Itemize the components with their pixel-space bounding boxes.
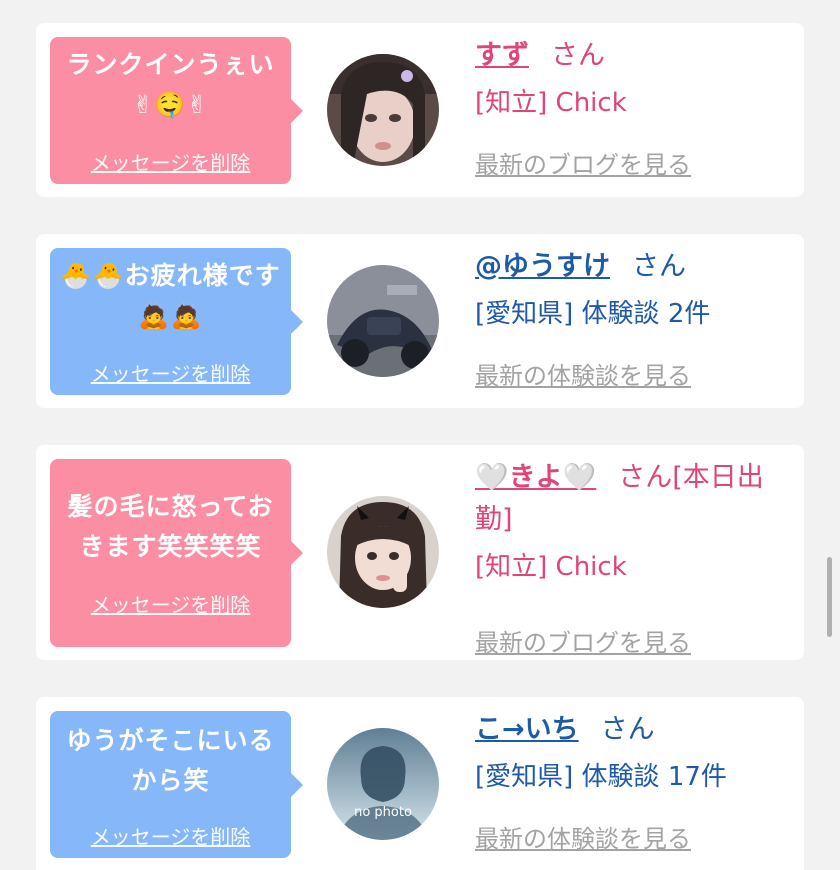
avatar[interactable] <box>327 496 439 608</box>
avatar[interactable] <box>327 265 439 377</box>
message-text: ランクインうぇい✌🤤✌ <box>66 50 275 119</box>
message-bubble: ゆうがそこにいるから笑 メッセージを削除 <box>50 711 303 858</box>
message-card: ランクインうぇい✌🤤✌ メッセージを削除 すず さん [知立] Chick 最新の… <box>36 23 804 197</box>
message-card: ゆうがそこにいるから笑 メッセージを削除 no photo こ→いち さん [愛知… <box>36 697 804 870</box>
user-info: @ゆうすけ さん [愛知県] 体験談 2件 最新の体験談を見る <box>475 246 790 390</box>
user-name-link[interactable]: すず <box>475 40 529 71</box>
message-card: 髪の毛に怒っておきます笑笑笑笑 メッセージを削除 🤍きよ🤍 さん[本日出勤] [知… <box>36 445 804 660</box>
scrollbar[interactable] <box>827 557 832 637</box>
name-suffix: さん <box>551 40 605 71</box>
user-info: 🤍きよ🤍 さん[本日出勤] [知立] Chick 最新のブログを見る <box>475 457 790 657</box>
message-text: 髪の毛に怒っておきます笑笑笑笑 <box>67 492 274 561</box>
message-bubble: ランクインうぇい✌🤤✌ メッセージを削除 <box>50 37 303 184</box>
user-detail: [知立] Chick <box>475 88 627 118</box>
message-bubble: 髪の毛に怒っておきます笑笑笑笑 メッセージを削除 <box>50 459 303 647</box>
latest-blog-link[interactable]: 最新のブログを見る <box>475 145 691 180</box>
latest-review-link[interactable]: 最新の体験談を見る <box>475 819 691 854</box>
delete-message-link[interactable]: メッセージを削除 <box>50 821 291 850</box>
message-text: 🐣🐣お疲れ様です🙇🙇 <box>60 261 281 330</box>
delete-message-link[interactable]: メッセージを削除 <box>50 589 291 618</box>
avatar[interactable]: no photo <box>327 728 439 840</box>
message-card: 🐣🐣お疲れ様です🙇🙇 メッセージを削除 @ゆうすけ さん [愛知県] 体験談 2件… <box>36 234 804 408</box>
user-detail: [愛知県] 体験談 17件 <box>475 762 727 792</box>
message-bubble: 🐣🐣お疲れ様です🙇🙇 メッセージを削除 <box>50 248 303 395</box>
name-suffix: さん <box>632 251 686 282</box>
no-photo-label: no photo <box>354 805 412 820</box>
delete-message-link[interactable]: メッセージを削除 <box>50 147 291 176</box>
user-name-link[interactable]: @ゆうすけ <box>475 251 610 282</box>
user-name-link[interactable]: こ→いち <box>475 714 579 745</box>
delete-message-link[interactable]: メッセージを削除 <box>50 358 291 387</box>
user-info: こ→いち さん [愛知県] 体験談 17件 最新の体験談を見る <box>475 709 790 853</box>
latest-blog-link[interactable]: 最新のブログを見る <box>475 623 691 658</box>
avatar[interactable] <box>327 54 439 166</box>
message-text: ゆうがそこにいるから笑 <box>66 726 275 795</box>
user-detail: [愛知県] 体験談 2件 <box>475 299 711 329</box>
user-detail: [知立] Chick <box>475 552 627 582</box>
user-name-link[interactable]: 🤍きよ🤍 <box>475 462 596 493</box>
user-info: すず さん [知立] Chick 最新のブログを見る <box>475 35 790 179</box>
latest-review-link[interactable]: 最新の体験談を見る <box>475 356 691 391</box>
name-suffix: さん <box>600 714 655 745</box>
